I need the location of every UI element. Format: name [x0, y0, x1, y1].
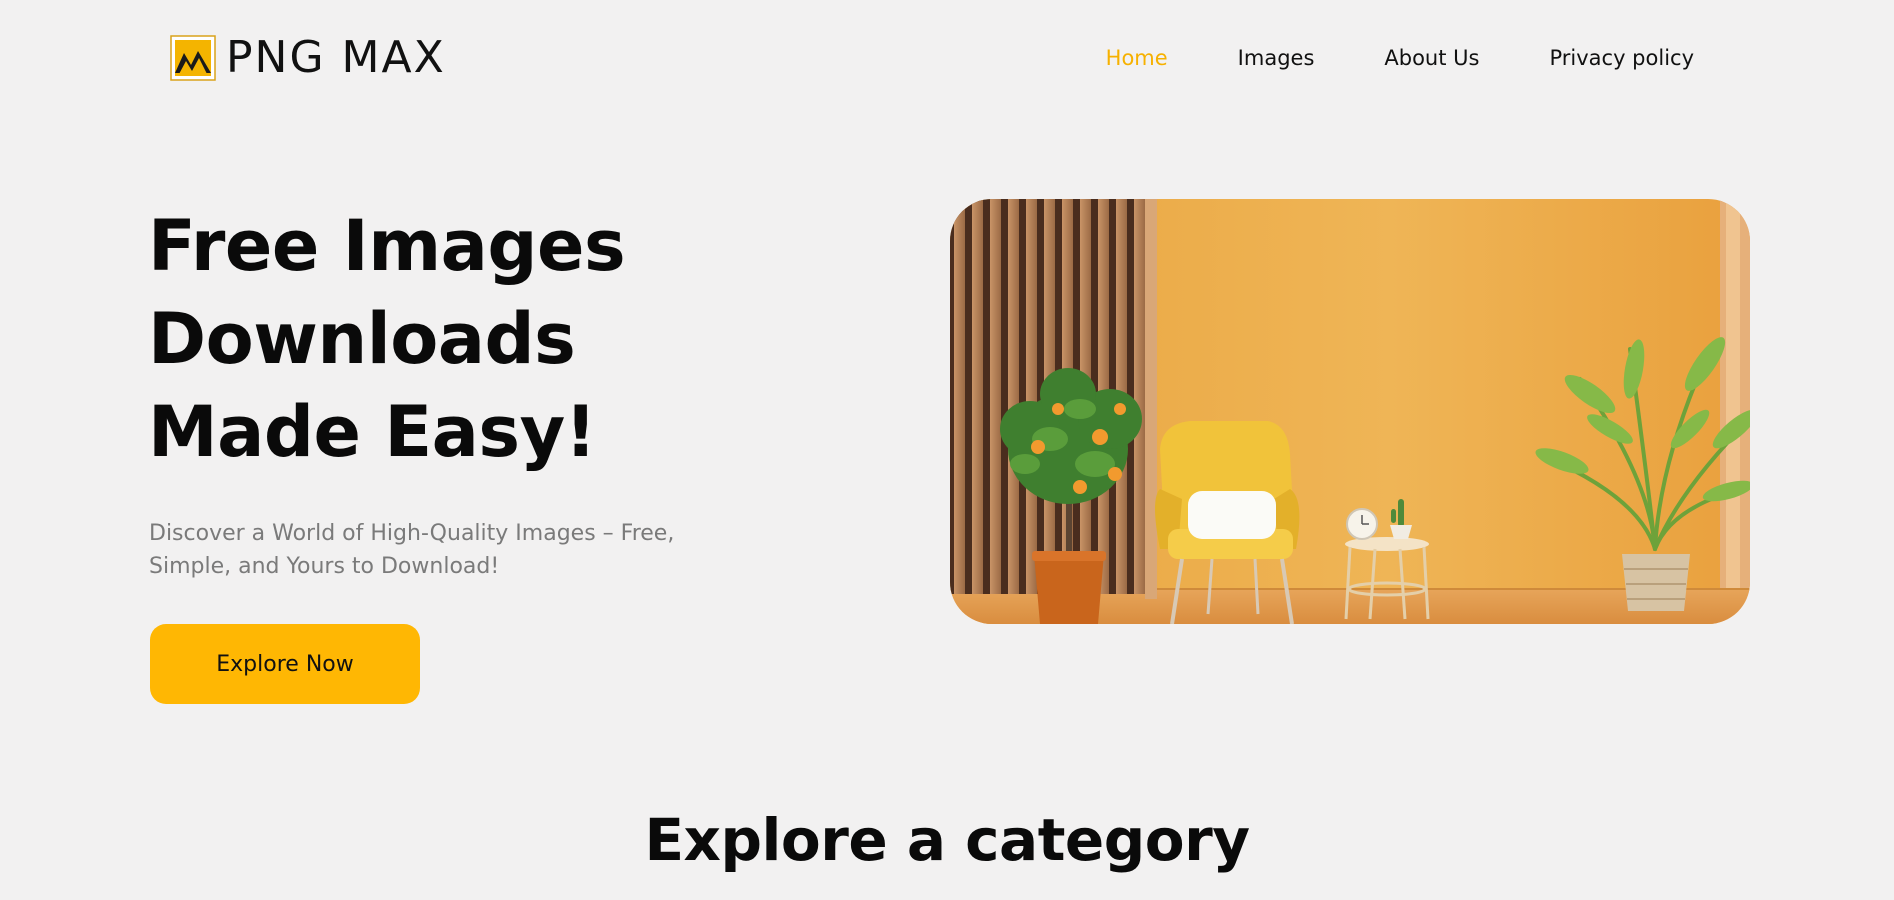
hero-title-line-1: Free Images	[148, 205, 626, 287]
hero-title: Free Images Downloads Made Easy!	[148, 200, 768, 479]
nav-item-about-us[interactable]: About Us	[1384, 44, 1479, 72]
hero-title-line-2: Downloads	[148, 298, 576, 380]
nav-item-images[interactable]: Images	[1238, 44, 1315, 72]
hero-title-line-3: Made Easy!	[148, 391, 597, 473]
explore-now-button[interactable]: Explore Now	[150, 624, 420, 704]
brand-name: PNG MAX	[226, 32, 446, 83]
site-logo[interactable]: PNG MAX	[170, 34, 446, 82]
nav-item-privacy-policy[interactable]: Privacy policy	[1549, 44, 1694, 72]
page: PNG MAX Home Images About Us Privacy pol…	[0, 0, 1894, 900]
hero-subtitle: Discover a World of High-Quality Images …	[149, 521, 675, 579]
mountain-logo-icon	[170, 35, 216, 81]
main-nav: Home Images About Us Privacy policy	[1106, 44, 1694, 72]
site-header: PNG MAX Home Images About Us Privacy pol…	[0, 0, 1894, 116]
explore-category-heading: Explore a category	[644, 806, 1250, 874]
nav-item-home[interactable]: Home	[1106, 44, 1168, 72]
hero-room-image	[950, 199, 1750, 624]
